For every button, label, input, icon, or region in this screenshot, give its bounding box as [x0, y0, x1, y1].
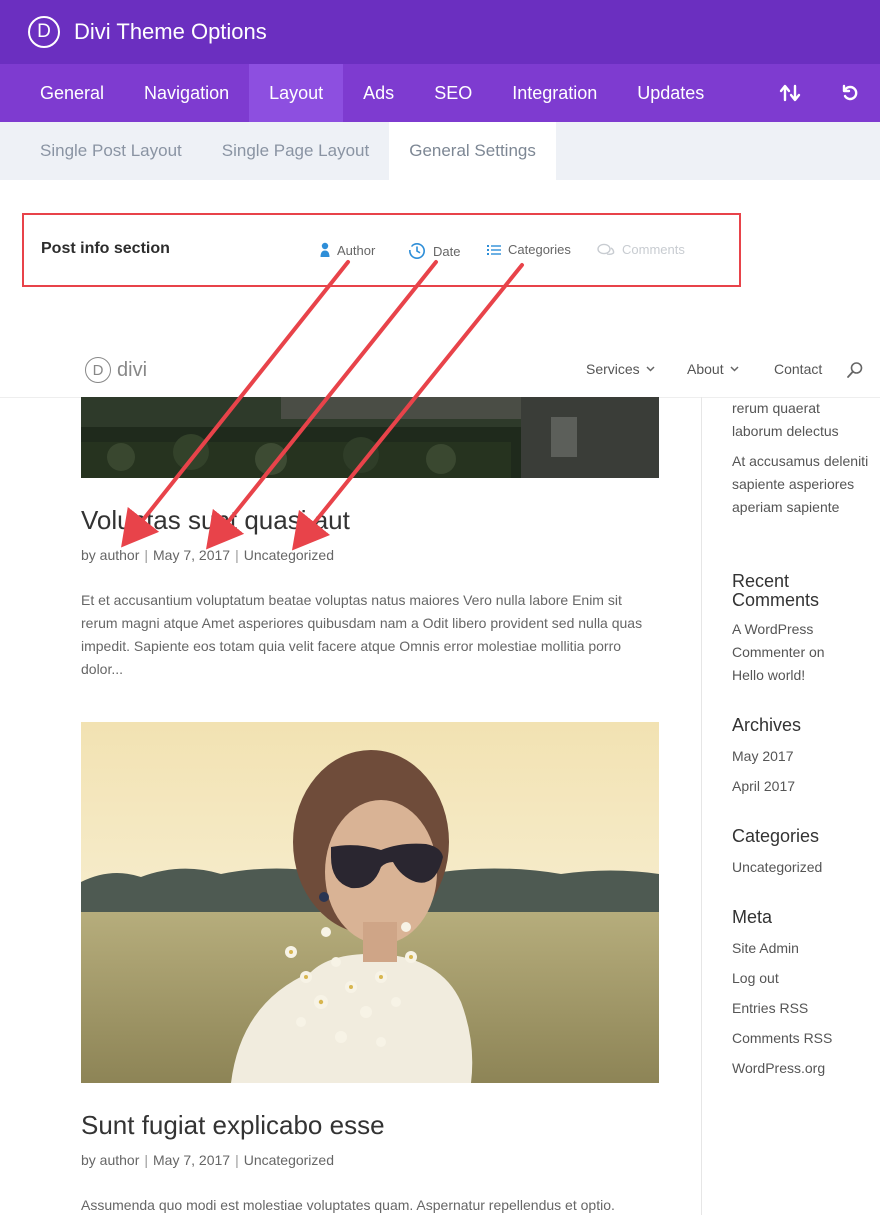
recent-post-link[interactable]: rerum quaerat laborum delectus: [732, 397, 872, 443]
theme-options-header: D Divi Theme Options: [0, 0, 880, 64]
chevron-down-icon: [646, 366, 655, 372]
page-title: Divi Theme Options: [74, 19, 267, 44]
import-export-icon[interactable]: [760, 64, 820, 122]
nav-contact-label: Contact: [774, 361, 823, 377]
meta-link[interactable]: Log out: [732, 967, 872, 990]
post-author[interactable]: by author: [81, 547, 139, 563]
list-icon: [487, 244, 501, 255]
post-featured-image[interactable]: [81, 722, 659, 1083]
option-comments[interactable]: Comments: [597, 242, 685, 257]
tab-navigation[interactable]: Navigation: [124, 64, 249, 122]
archives-heading: Archives: [732, 715, 802, 735]
categories-heading: Categories: [732, 826, 820, 846]
post-excerpt: Assumenda quo modi est molestiae volupta…: [81, 1197, 615, 1213]
post-date: May 7, 2017: [153, 1152, 231, 1168]
tab-seo[interactable]: SEO: [414, 64, 492, 122]
nav-contact[interactable]: Contact: [774, 361, 822, 377]
nav-services[interactable]: Services: [586, 361, 655, 377]
option-categories-label: Categories: [508, 242, 571, 257]
post-meta: by author | May 7, 2017 | Uncategorized: [81, 1152, 334, 1168]
option-author-label: Author: [337, 242, 376, 258]
post-featured-image[interactable]: [81, 397, 659, 478]
post-category[interactable]: Uncategorized: [244, 547, 334, 563]
tab-updates[interactable]: Updates: [617, 64, 724, 122]
meta-link[interactable]: WordPress.org: [732, 1057, 872, 1080]
post-title[interactable]: Voluptas sunt quasi aut: [81, 505, 350, 536]
meta-link[interactable]: Comments RSS: [732, 1027, 872, 1050]
clock-icon: [408, 243, 425, 259]
post-title[interactable]: Sunt fugiat explicabo esse: [81, 1110, 385, 1141]
nav-services-label: Services: [586, 361, 640, 377]
post-category[interactable]: Uncategorized: [244, 1152, 334, 1168]
divi-logo-icon: D: [85, 357, 111, 383]
recent-post-link[interactable]: At accusamus deleniti sapiente asperiore…: [732, 450, 872, 519]
subtab-single-post-layout[interactable]: Single Post Layout: [0, 122, 202, 180]
divi-logo-icon: D: [28, 16, 60, 48]
post-info-label: Post info section: [41, 240, 170, 257]
option-comments-label: Comments: [622, 242, 685, 257]
option-author[interactable]: Author: [320, 242, 375, 258]
reset-icon[interactable]: [820, 64, 880, 122]
tab-layout[interactable]: Layout: [249, 64, 344, 122]
nav-about[interactable]: About: [687, 361, 739, 377]
comment-icon: [597, 243, 615, 255]
subtab-general-settings[interactable]: General Settings: [389, 122, 556, 180]
post-date: May 7, 2017: [153, 547, 231, 563]
option-date-label: Date: [433, 243, 461, 259]
subtab-single-page-layout[interactable]: Single Page Layout: [202, 122, 389, 180]
user-icon: [320, 242, 330, 257]
post-excerpt: Et et accusantium voluptatum beatae volu…: [81, 592, 643, 677]
archive-link[interactable]: April 2017: [732, 775, 872, 798]
chevron-down-icon: [730, 366, 739, 372]
meta-link[interactable]: Site Admin: [732, 937, 872, 960]
meta-link[interactable]: Entries RSS: [732, 997, 872, 1020]
search-icon[interactable]: [846, 361, 864, 379]
site-preview-header: D divi Services About Contact: [0, 340, 880, 398]
main-tab-bar: General Navigation Layout Ads SEO Integr…: [0, 64, 880, 122]
tab-integration[interactable]: Integration: [492, 64, 617, 122]
category-link[interactable]: Uncategorized: [732, 856, 872, 879]
sub-tab-bar: Single Post Layout Single Page Layout Ge…: [0, 122, 880, 180]
option-date[interactable]: Date: [408, 242, 460, 260]
recent-comments-heading: Recent Comments: [732, 571, 820, 610]
option-categories[interactable]: Categories: [487, 242, 571, 257]
site-logo[interactable]: D divi: [85, 357, 147, 383]
recent-comment-item[interactable]: A WordPress Commenter on Hello world!: [732, 618, 847, 687]
sidebar-divider: [701, 397, 702, 1215]
tab-general[interactable]: General: [0, 64, 124, 122]
post-meta: by author | May 7, 2017 | Uncategorized: [81, 547, 334, 563]
archive-link[interactable]: May 2017: [732, 745, 872, 768]
meta-heading: Meta: [732, 907, 773, 927]
site-logo-text: divi: [117, 358, 148, 381]
post-author[interactable]: by author: [81, 1152, 139, 1168]
tab-ads[interactable]: Ads: [343, 64, 414, 122]
nav-about-label: About: [687, 361, 724, 377]
post-info-section: Post info section Author Date Categories…: [22, 213, 741, 287]
